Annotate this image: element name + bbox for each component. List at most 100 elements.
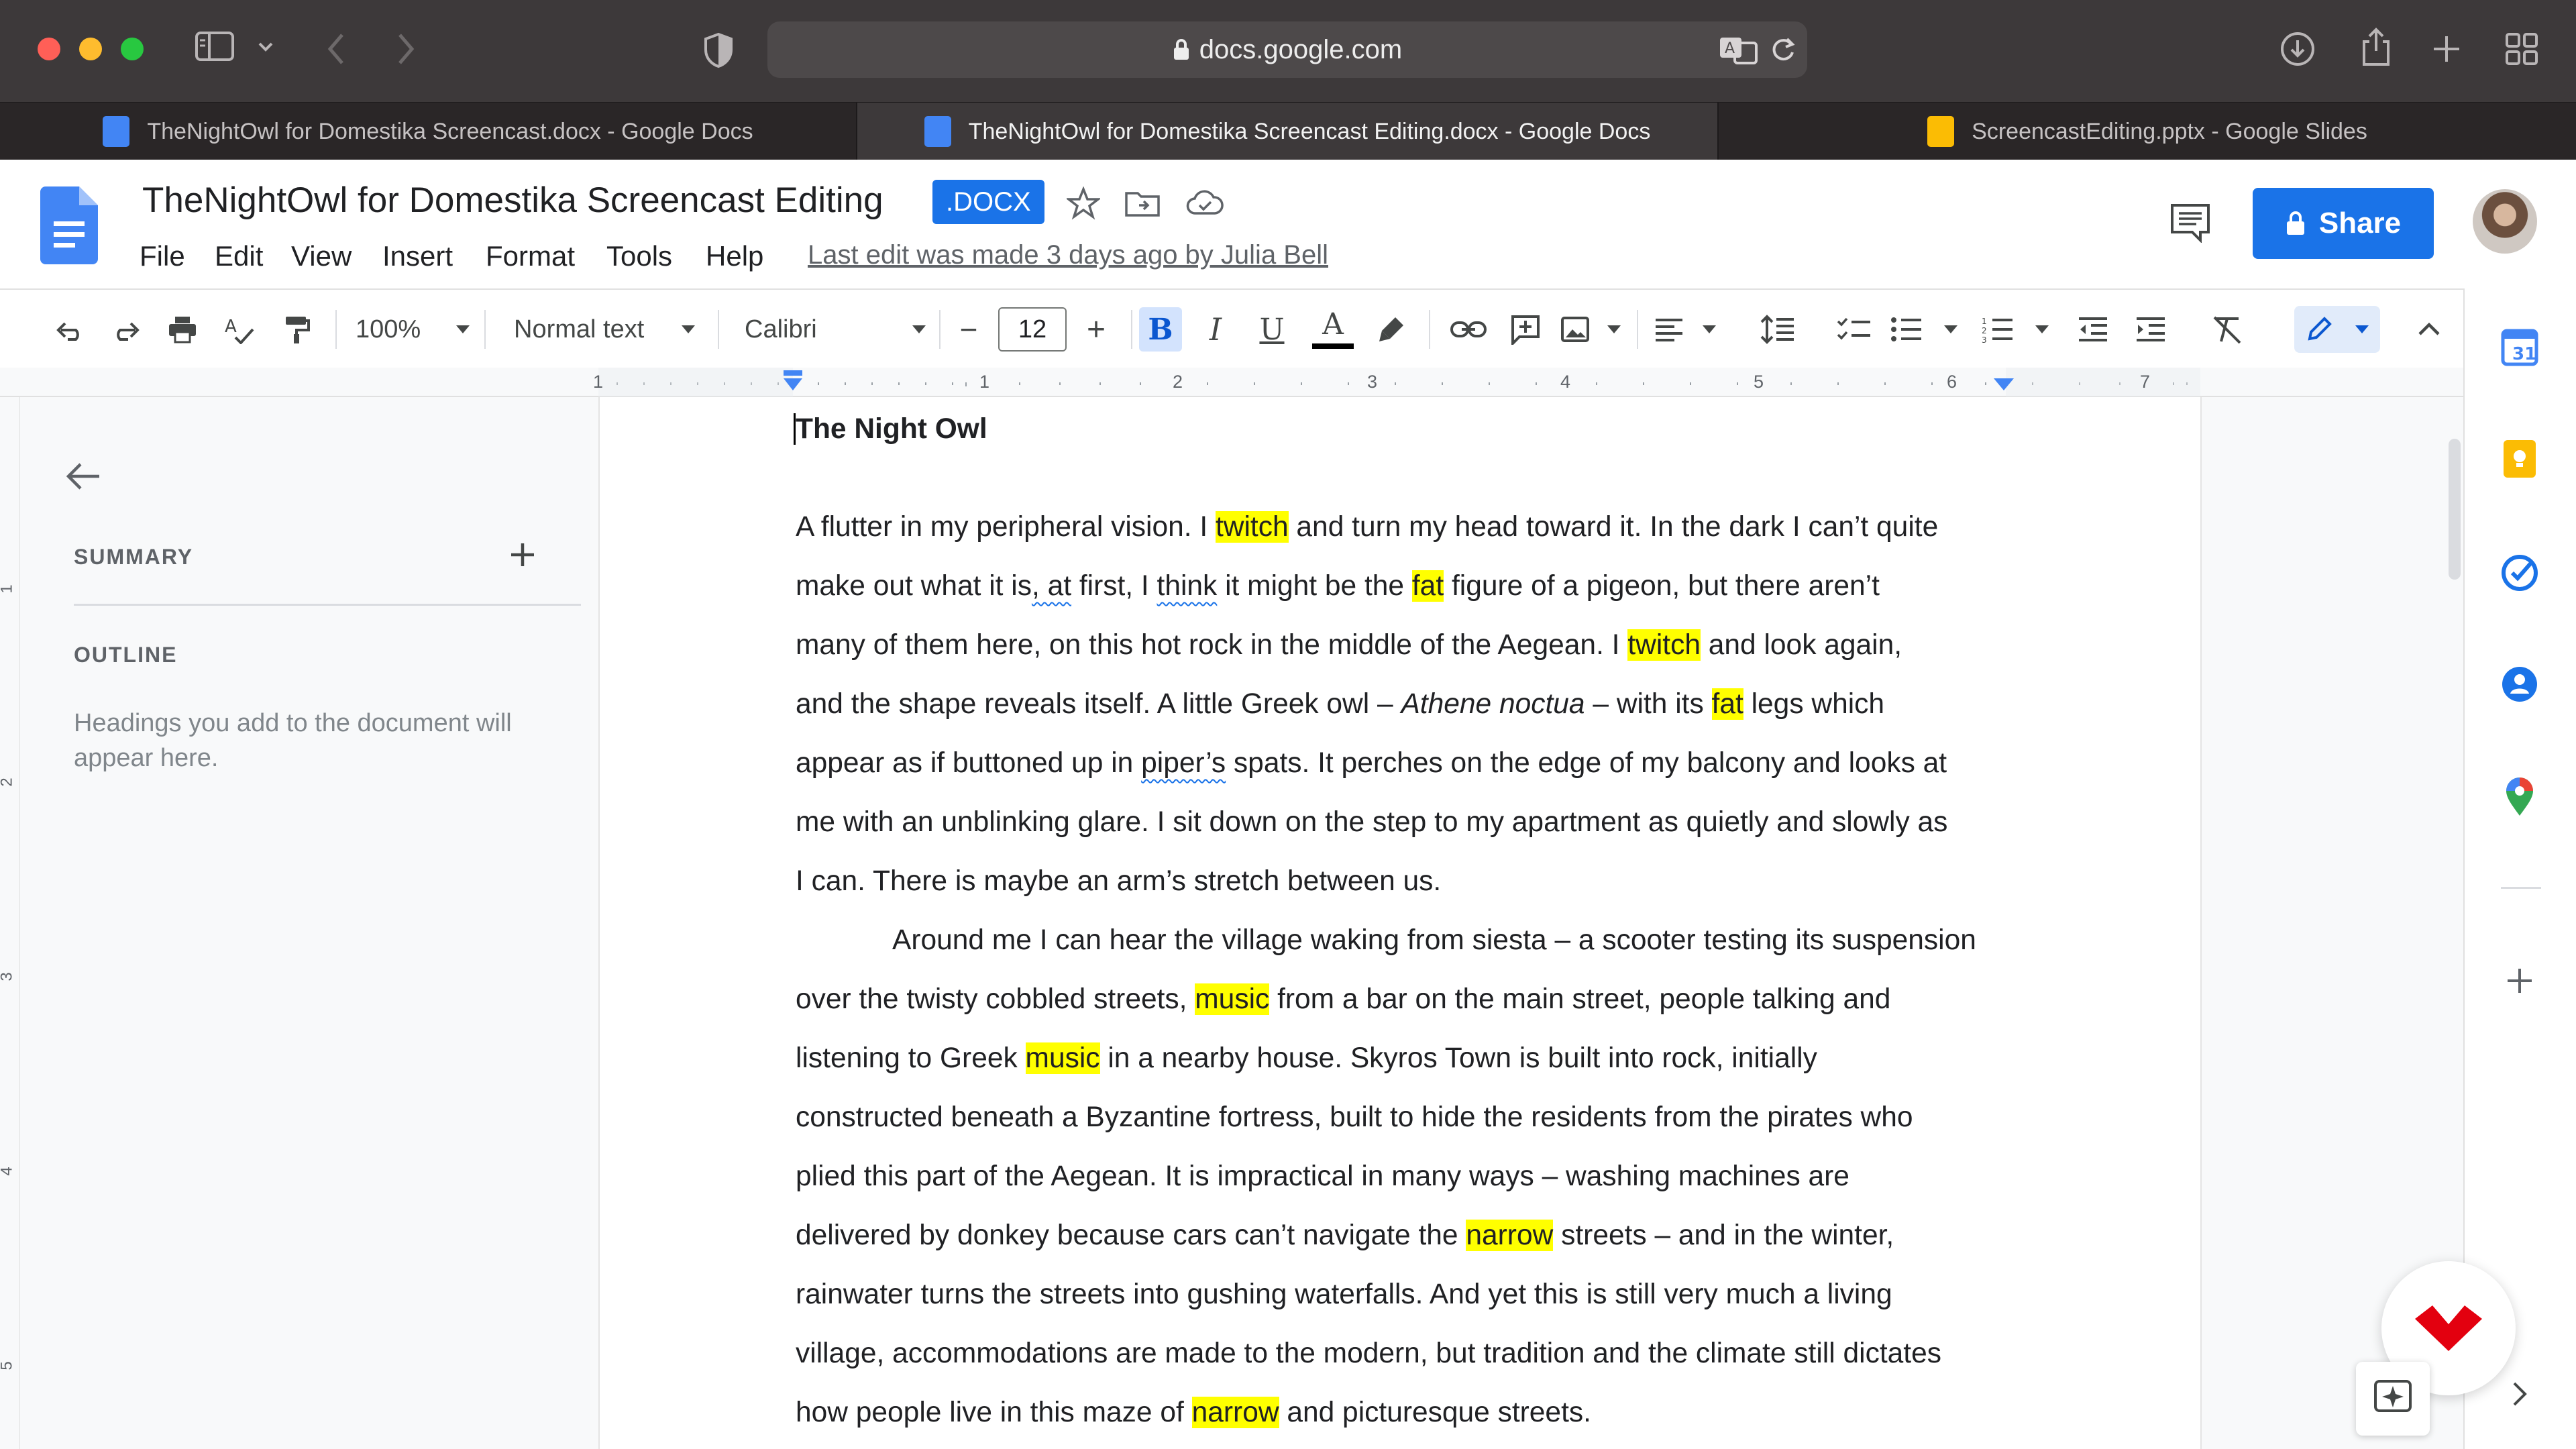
document-body[interactable]: The Night Owl A flutter in my peripheral… — [794, 397, 2030, 1442]
fullscreen-window-button[interactable] — [121, 38, 144, 60]
text-line[interactable]: many of them here, on this hot rock in t… — [796, 616, 2030, 675]
contacts-icon[interactable] — [2498, 663, 2541, 706]
address-bar[interactable]: docs.google.com A — [767, 21, 1807, 78]
text-line[interactable]: over the twisty cobbled streets, music f… — [796, 970, 2030, 1029]
add-addon-icon[interactable] — [2498, 959, 2541, 1002]
menu-view[interactable]: View — [291, 240, 352, 272]
last-edit-link[interactable]: Last edit was made 3 days ago by Julia B… — [808, 240, 1328, 270]
menu-tools[interactable]: Tools — [606, 240, 672, 272]
calendar-icon[interactable]: 31 — [2498, 326, 2541, 369]
forward-icon[interactable] — [396, 32, 416, 66]
menu-edit[interactable]: Edit — [215, 240, 263, 272]
keep-icon[interactable] — [2498, 437, 2541, 480]
star-icon[interactable] — [1067, 186, 1100, 220]
insert-image-button[interactable] — [1560, 290, 1621, 369]
comments-icon[interactable] — [2169, 203, 2211, 243]
downloads-icon[interactable] — [2279, 31, 2316, 67]
menu-insert[interactable]: Insert — [382, 240, 453, 272]
vertical-scrollbar[interactable] — [2449, 439, 2461, 580]
insert-link-icon[interactable] — [1446, 290, 1491, 369]
decrease-indent-icon[interactable] — [2073, 290, 2113, 369]
text-run: first, I — [1071, 570, 1157, 602]
spellcheck-icon[interactable]: A — [219, 290, 259, 369]
underline-button[interactable]: U — [1252, 290, 1292, 369]
paragraph-style-select[interactable]: Normal text — [514, 290, 695, 369]
tasks-icon[interactable] — [2498, 551, 2541, 594]
text-line[interactable]: I can. There is maybe an arm’s stretch b… — [796, 852, 2030, 911]
text-line[interactable]: constructed beneath a Byzantine fortress… — [796, 1088, 2030, 1147]
reload-icon[interactable] — [1770, 36, 1796, 63]
back-icon[interactable] — [326, 32, 346, 66]
paragraph-2[interactable]: Around me I can hear the village waking … — [796, 911, 2030, 1442]
font-family-select[interactable]: Calibri — [745, 290, 926, 369]
close-window-button[interactable] — [38, 38, 60, 60]
text-line[interactable]: how people live in this maze of narrow a… — [796, 1383, 2030, 1442]
avatar[interactable] — [2473, 189, 2537, 254]
highlight-color-icon[interactable] — [1371, 290, 1411, 369]
redo-icon[interactable] — [106, 290, 146, 369]
text-line[interactable]: A flutter in my peripheral vision. I twi… — [796, 498, 2030, 557]
clear-formatting-icon[interactable] — [2207, 290, 2247, 369]
tab-screencast-doc[interactable]: TheNightOwl for Domestika Screencast.doc… — [0, 103, 857, 160]
privacy-shield-icon[interactable] — [703, 32, 734, 68]
line-spacing-icon[interactable] — [1756, 290, 1799, 369]
paint-format-icon[interactable] — [276, 290, 317, 369]
text-line[interactable]: me with an unblinking glare. I sit down … — [796, 793, 2030, 852]
tab-screencast-slides[interactable]: ScreencastEditing.pptx - Google Slides — [1719, 103, 2576, 160]
bulleted-list-button[interactable] — [1890, 290, 1957, 369]
font-size-input[interactable]: 12 — [998, 307, 1067, 352]
share-page-icon[interactable] — [2360, 27, 2392, 67]
text-line[interactable]: make out what it is, at first, I think i… — [796, 557, 2030, 616]
add-summary-icon[interactable] — [510, 542, 535, 568]
numbered-list-button[interactable]: 123 — [1982, 290, 2049, 369]
sidebar-toggle-icon[interactable] — [195, 31, 235, 62]
text-line[interactable]: rainwater turns the streets into gushing… — [796, 1265, 2030, 1324]
indent-marker-icon[interactable] — [782, 370, 804, 393]
text-color-button[interactable]: A — [1309, 290, 1356, 369]
zoom-select[interactable]: 100% — [356, 290, 470, 369]
tab-screencast-editing-doc[interactable]: TheNightOwl for Domestika Screencast Edi… — [857, 103, 1719, 160]
italic-button[interactable]: I — [1195, 290, 1236, 369]
editing-mode-button[interactable] — [2294, 306, 2380, 353]
translate-icon[interactable]: A — [1719, 35, 1759, 64]
text-line[interactable]: listening to Greek music in a nearby hou… — [796, 1029, 2030, 1088]
menu-help[interactable]: Help — [706, 240, 763, 272]
text-line[interactable]: village, accommodations are made to the … — [796, 1324, 2030, 1383]
menu-file[interactable]: File — [140, 240, 185, 272]
print-icon[interactable] — [162, 290, 203, 369]
minimize-window-button[interactable] — [79, 38, 102, 60]
increase-font-size-button[interactable]: + — [1076, 290, 1116, 369]
horizontal-ruler[interactable]: 1 1 2 3 4 5 6 7 — [0, 368, 2463, 397]
vertical-ruler[interactable]: 1 2 3 4 5 — [0, 397, 20, 1449]
docx-badge[interactable]: .DOCX — [932, 180, 1044, 224]
hide-menus-chevron-up-icon[interactable] — [2411, 290, 2447, 369]
text-line[interactable]: appear as if buttoned up in piper’s spat… — [796, 734, 2030, 793]
tab-overview-icon[interactable] — [2505, 32, 2538, 66]
chevron-down-icon[interactable] — [258, 42, 274, 52]
document-heading[interactable]: The Night Owl — [794, 411, 2030, 448]
document-title[interactable]: TheNightOwl for Domestika Screencast Edi… — [142, 180, 883, 221]
expand-rail-chevron-icon[interactable] — [2498, 1373, 2541, 1415]
maps-icon[interactable] — [2498, 775, 2541, 818]
increase-indent-icon[interactable] — [2131, 290, 2171, 369]
close-outline-arrow-icon[interactable] — [64, 462, 102, 491]
menu-format[interactable]: Format — [486, 240, 575, 272]
decrease-font-size-button[interactable]: − — [949, 290, 989, 369]
paragraph-1[interactable]: A flutter in my peripheral vision. I twi… — [796, 498, 2030, 911]
explore-sparkle-icon[interactable] — [2356, 1362, 2430, 1436]
text-line[interactable]: Around me I can hear the village waking … — [796, 911, 2030, 970]
new-tab-icon[interactable] — [2431, 34, 2462, 64]
add-comment-icon[interactable] — [1505, 290, 1546, 369]
bold-button[interactable]: B — [1139, 307, 1182, 352]
undo-icon[interactable] — [50, 290, 90, 369]
move-folder-icon[interactable] — [1124, 189, 1161, 217]
text-line[interactable]: plied this part of the Aegean. It is imp… — [796, 1147, 2030, 1206]
docs-logo-icon[interactable] — [40, 186, 98, 264]
text-line[interactable]: delivered by donkey because cars can’t n… — [796, 1206, 2030, 1265]
checklist-icon[interactable] — [1833, 290, 1876, 369]
share-button[interactable]: Share — [2253, 188, 2434, 259]
document-page[interactable]: The Night Owl A flutter in my peripheral… — [598, 397, 2202, 1449]
right-indent-marker-icon[interactable] — [1994, 378, 2014, 392]
text-line[interactable]: and the shape reveals itself. A little G… — [796, 675, 2030, 734]
align-select[interactable] — [1654, 290, 1716, 369]
